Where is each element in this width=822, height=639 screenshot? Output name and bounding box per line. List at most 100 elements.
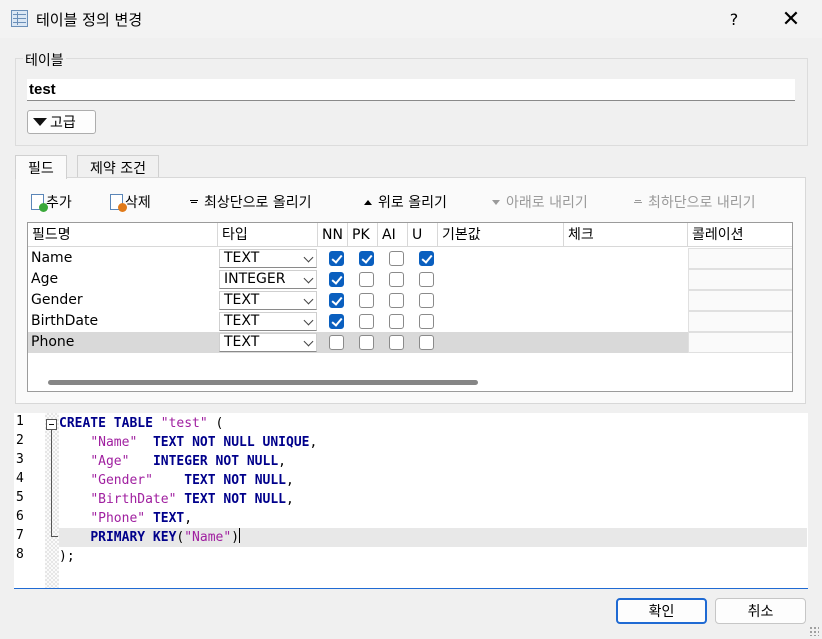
field-type-value: INTEGER bbox=[224, 271, 286, 287]
checkbox-pk[interactable] bbox=[359, 314, 374, 329]
collation-cell[interactable] bbox=[688, 311, 792, 332]
horizontal-scrollbar[interactable] bbox=[48, 380, 478, 385]
column-header-ai[interactable]: AI bbox=[378, 223, 408, 247]
column-header-unique[interactable]: U bbox=[408, 223, 438, 247]
code-line[interactable]: "Name" TEXT NOT NULL UNIQUE, bbox=[59, 433, 317, 452]
arrow-up-icon bbox=[364, 199, 372, 205]
field-type-value: TEXT bbox=[224, 334, 260, 350]
table-row[interactable]: Phone TEXT bbox=[28, 332, 792, 353]
checkbox-nn[interactable] bbox=[329, 293, 344, 308]
table-row[interactable]: Gender TEXT bbox=[28, 290, 792, 311]
field-name-cell[interactable]: Name bbox=[28, 248, 72, 269]
table-row[interactable]: Name TEXT bbox=[28, 248, 792, 269]
help-button[interactable]: ? bbox=[718, 0, 750, 38]
collation-cell[interactable] bbox=[688, 332, 792, 353]
delete-field-button[interactable]: 삭제 bbox=[110, 191, 151, 213]
field-name-cell[interactable]: Age bbox=[28, 269, 58, 290]
code-line[interactable]: ); bbox=[59, 547, 75, 566]
checkbox-ai[interactable] bbox=[389, 293, 404, 308]
column-header-default[interactable]: 기본값 bbox=[438, 223, 564, 247]
fold-guide-line bbox=[51, 430, 52, 536]
sql-string: "test" bbox=[160, 416, 208, 431]
code-line[interactable]: PRIMARY KEY("Name") bbox=[59, 528, 807, 547]
column-header-pk[interactable]: PK bbox=[348, 223, 378, 247]
sql-string: "BirthDate" bbox=[90, 492, 177, 507]
title-bar: 테이블 정의 변경 ? ✕ bbox=[0, 0, 822, 38]
advanced-button[interactable]: 고급 bbox=[27, 110, 96, 134]
code-line[interactable]: "BirthDate" TEXT NOT NULL, bbox=[59, 490, 294, 509]
chevron-down-icon bbox=[303, 294, 314, 305]
checkbox-nn[interactable] bbox=[329, 251, 344, 266]
checkbox-nn[interactable] bbox=[329, 335, 344, 350]
line-number: 5 bbox=[16, 490, 24, 505]
sql-keyword: CREATE TABLE bbox=[59, 416, 153, 431]
checkbox-ai[interactable] bbox=[389, 251, 404, 266]
close-button[interactable]: ✕ bbox=[768, 0, 814, 38]
tab-constraints[interactable]: 제약 조건 bbox=[77, 155, 159, 178]
code-line[interactable]: "Phone" TEXT, bbox=[59, 509, 192, 528]
cancel-button[interactable]: 취소 bbox=[715, 598, 806, 624]
field-type-select[interactable]: TEXT bbox=[219, 291, 317, 310]
code-line[interactable]: CREATE TABLE "test" ( bbox=[59, 414, 223, 433]
column-header-collation[interactable]: 콜레이션 bbox=[688, 223, 792, 247]
checkbox-pk[interactable] bbox=[359, 293, 374, 308]
move-down-button[interactable]: 아래로 내리기 bbox=[492, 191, 588, 213]
fields-grid[interactable]: 필드명 타입 NN PK AI U 기본값 체크 콜레이션 Name TEXT Ag… bbox=[27, 222, 793, 392]
resize-grip-icon[interactable] bbox=[809, 626, 819, 636]
table-name-input[interactable] bbox=[27, 79, 795, 101]
column-header-type[interactable]: 타입 bbox=[218, 223, 318, 247]
collation-cell[interactable] bbox=[688, 269, 792, 290]
checkbox-ai[interactable] bbox=[389, 314, 404, 329]
checkbox-u[interactable] bbox=[419, 335, 434, 350]
move-bottom-button[interactable]: 최하단으로 내리기 bbox=[634, 191, 756, 213]
checkbox-nn[interactable] bbox=[329, 272, 344, 287]
sql-text: , bbox=[309, 435, 318, 450]
column-header-check[interactable]: 체크 bbox=[564, 223, 688, 247]
collation-cell[interactable] bbox=[688, 248, 792, 269]
field-name-cell[interactable]: Phone bbox=[28, 332, 74, 353]
field-type-select[interactable]: INTEGER bbox=[219, 270, 317, 289]
checkbox-ai[interactable] bbox=[389, 272, 404, 287]
checkbox-u[interactable] bbox=[419, 293, 434, 308]
move-up-button[interactable]: 위로 올리기 bbox=[364, 191, 447, 213]
move-top-icon bbox=[190, 200, 198, 204]
line-number: 6 bbox=[16, 509, 24, 524]
ok-button[interactable]: 확인 bbox=[616, 598, 707, 624]
table-row[interactable]: BirthDate TEXT bbox=[28, 311, 792, 332]
checkbox-pk[interactable] bbox=[359, 251, 374, 266]
table-row[interactable]: Age INTEGER bbox=[28, 269, 792, 290]
tab-fields[interactable]: 필드 bbox=[15, 155, 67, 179]
checkbox-u[interactable] bbox=[419, 251, 434, 266]
field-name-cell[interactable]: BirthDate bbox=[28, 311, 98, 332]
collation-cell[interactable] bbox=[688, 290, 792, 311]
checkbox-ai[interactable] bbox=[389, 335, 404, 350]
sql-text: ) bbox=[231, 530, 240, 545]
column-header-name[interactable]: 필드명 bbox=[28, 223, 218, 247]
field-type-select[interactable]: TEXT bbox=[219, 249, 317, 268]
field-name-cell[interactable]: Gender bbox=[28, 290, 83, 311]
move-top-button[interactable]: 최상단으로 올리기 bbox=[190, 191, 312, 213]
line-number: 7 bbox=[16, 528, 24, 543]
field-type-select[interactable]: TEXT bbox=[219, 333, 317, 352]
sql-preview-editor[interactable]: 1 2 3 4 5 6 7 8 CREATE TABLE "test" ( "Name" TE… bbox=[14, 413, 808, 589]
sql-string: "Name" bbox=[90, 435, 138, 450]
table-icon bbox=[11, 10, 28, 27]
checkbox-u[interactable] bbox=[419, 314, 434, 329]
move-up-label: 위로 올리기 bbox=[378, 195, 447, 211]
column-header-nn[interactable]: NN bbox=[318, 223, 348, 247]
checkbox-pk[interactable] bbox=[359, 272, 374, 287]
text-caret bbox=[239, 528, 241, 543]
field-type-value: TEXT bbox=[224, 292, 260, 308]
add-field-button[interactable]: 추가 bbox=[31, 191, 72, 213]
chevron-down-icon bbox=[303, 336, 314, 347]
move-bottom-icon bbox=[634, 200, 642, 204]
checkbox-nn[interactable] bbox=[329, 314, 344, 329]
checkbox-u[interactable] bbox=[419, 272, 434, 287]
field-type-select[interactable]: TEXT bbox=[219, 312, 317, 331]
fold-collapse-icon[interactable] bbox=[46, 419, 57, 430]
checkbox-pk[interactable] bbox=[359, 335, 374, 350]
code-line[interactable]: "Gender" TEXT NOT NULL, bbox=[59, 471, 294, 490]
code-line[interactable]: "Age" INTEGER NOT NULL, bbox=[59, 452, 286, 471]
